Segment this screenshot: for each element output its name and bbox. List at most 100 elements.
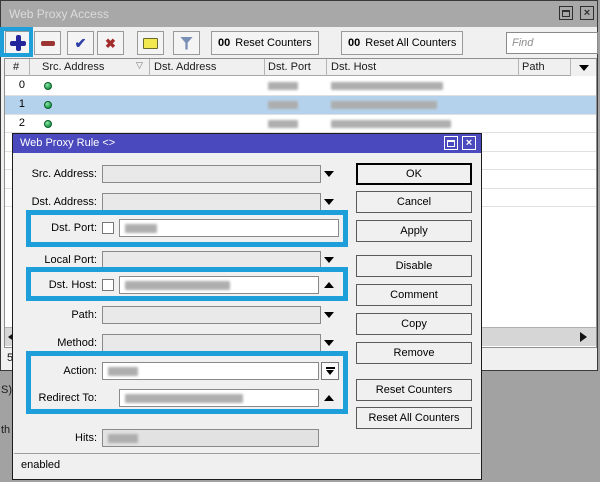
close-icon: × [466,138,472,149]
row-number: 2 [5,114,25,133]
maximize-icon [562,10,570,17]
enable-button[interactable]: ✔ [67,31,94,55]
blurred-value [125,281,230,290]
dropdown-list-arrow-icon [326,370,334,375]
dropdown-arrow-icon[interactable] [324,257,334,263]
dropdown-arrow-icon[interactable] [324,340,334,346]
blurred-dst-host [331,120,451,128]
column-header-path[interactable]: Path [522,59,545,75]
local-port-field[interactable] [102,251,321,269]
add-button[interactable] [5,31,31,55]
column-picker-button[interactable] [570,59,596,76]
find-input[interactable] [506,32,598,54]
blurred-dst-host [331,101,437,109]
dst-port-checkbox[interactable] [102,222,114,234]
blurred-value [125,394,243,403]
src-address-label: Src. Address: [13,165,97,183]
minus-icon [41,41,55,46]
dialog-titlebar[interactable]: Web Proxy Rule <> × [13,134,481,153]
hits-label: Hits: [13,429,97,447]
hits-field [102,429,319,447]
maximize-icon [447,140,455,147]
dropup-arrow-icon[interactable] [324,282,334,288]
redirect-to-input[interactable] [119,389,319,407]
background-text-fragment: S) [1,384,12,396]
reset-counters-button[interactable]: Reset Counters [356,379,472,401]
local-port-label: Local Port: [13,251,97,269]
disable-button[interactable]: ✖ [97,31,124,55]
blurred-value [108,434,138,443]
apply-button[interactable]: Apply [356,220,472,242]
blurred-dst-port [268,82,298,90]
blurred-dst-port [268,120,298,128]
counter-prefix: 00 [348,37,360,49]
comment-button[interactable] [137,31,164,55]
dropdown-arrow-icon[interactable] [324,171,334,177]
close-button[interactable]: × [580,6,594,20]
redirect-to-label: Redirect To: [13,389,97,407]
filter-button[interactable] [173,31,200,55]
dst-port-input[interactable] [119,219,339,237]
table-row-selected[interactable]: 1 [5,95,596,114]
column-header-dst-host[interactable]: Dst. Host [331,59,376,75]
titlebar[interactable]: Web Proxy Access × [1,1,597,27]
reset-all-counters-label: Reset All Counters [365,37,456,49]
dropdown-arrow-icon[interactable] [324,199,334,205]
table-header: # Src. Address ▽ Dst. Address Dst. Port … [5,59,596,76]
row-number: 0 [5,76,25,95]
reset-counters-label: Reset Counters [235,37,311,49]
remove-button[interactable]: Remove [356,342,472,364]
path-label: Path: [13,306,97,324]
dst-port-label: Dst. Port: [13,219,97,237]
plus-icon [10,35,26,51]
check-icon: ✔ [75,36,87,50]
dst-host-label: Dst. Host: [13,276,97,294]
column-header-dst-port[interactable]: Dst. Port [268,59,311,75]
dst-address-field[interactable] [102,193,321,211]
column-header-src-address[interactable]: Src. Address [42,59,104,75]
disable-button[interactable]: Disable [356,255,472,277]
action-dropdown-button[interactable] [321,362,339,380]
dropdown-arrow-icon[interactable] [324,312,334,318]
copy-button[interactable]: Copy [356,313,472,335]
column-header-dst-address[interactable]: Dst. Address [154,59,216,75]
row-number: 1 [5,95,25,114]
src-address-field[interactable] [102,165,321,183]
table-row[interactable]: 0 [5,76,596,95]
close-icon: × [584,8,590,19]
method-label: Method: [13,334,97,352]
status-separator [14,453,480,454]
blurred-dst-host [331,82,443,90]
blurred-value [125,224,157,233]
column-header-num[interactable]: # [13,59,19,75]
sort-indicator-icon: ▽ [136,60,143,71]
dst-address-label: Dst. Address: [13,193,97,211]
counter-prefix: 00 [218,37,230,49]
dialog-close-button[interactable]: × [462,136,476,150]
path-field[interactable] [102,306,321,324]
reset-all-counters-button[interactable]: Reset All Counters [356,407,472,429]
reset-counters-button[interactable]: 00 Reset Counters [211,31,319,55]
web-proxy-rule-dialog: Web Proxy Rule <> × Src. Address: Dst. A… [12,133,482,480]
scroll-right-icon[interactable] [580,332,587,342]
dst-host-input[interactable] [119,276,319,294]
maximize-button[interactable] [559,6,573,20]
cross-icon: ✖ [105,37,116,50]
ok-button[interactable]: OK [356,163,472,185]
table-row[interactable]: 2 [5,114,596,133]
remove-button[interactable] [34,31,61,55]
method-field[interactable] [102,334,321,352]
enabled-status-icon [44,120,52,128]
dialog-maximize-button[interactable] [444,136,458,150]
enabled-status-icon [44,101,52,109]
dst-host-checkbox[interactable] [102,279,114,291]
comment-button[interactable]: Comment [356,284,472,306]
reset-all-counters-button[interactable]: 00 Reset All Counters [341,31,463,55]
funnel-icon [180,37,193,50]
dialog-title: Web Proxy Rule <> [20,134,115,153]
dropdown-list-icon [326,367,335,369]
cancel-button[interactable]: Cancel [356,191,472,213]
action-input[interactable] [102,362,319,380]
dropup-arrow-icon[interactable] [324,395,334,401]
enabled-status-icon [44,82,52,90]
